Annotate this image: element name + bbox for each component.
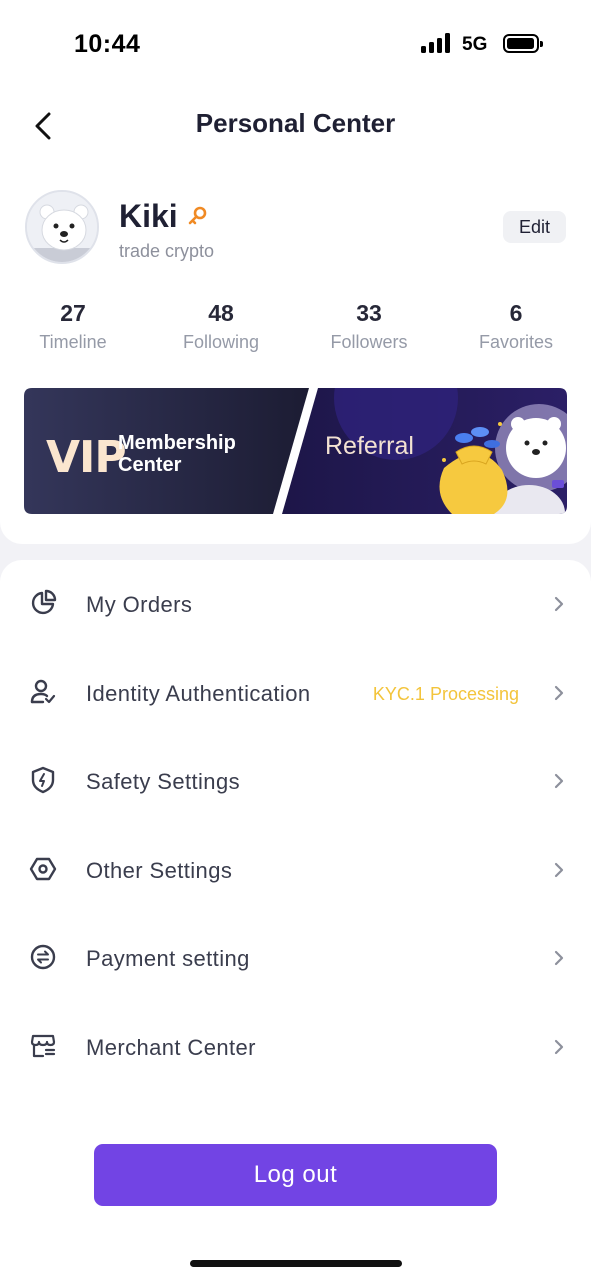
stat-label: Timeline [39, 332, 107, 352]
stat-label: Favorites [478, 332, 554, 352]
profile-bio: trade crypto [119, 241, 215, 261]
stat-value: 6 [509, 300, 523, 326]
promo-banners: VIP Membership Center Referral [24, 388, 567, 514]
page-title: Personal Center [195, 108, 396, 138]
stat-following[interactable]: 48 Following [156, 300, 286, 353]
menu-item-safety-settings[interactable]: Safety Settings [0, 737, 591, 825]
stat-label: Following [182, 332, 260, 352]
menu-item-identity-authentication[interactable]: Identity Authentication KYC.1 Processing [0, 649, 591, 737]
vip-line2: Center [118, 454, 182, 476]
stat-followers[interactable]: 33 Followers [304, 300, 434, 353]
signal-icon [421, 33, 453, 53]
chevron-right-icon [554, 862, 564, 878]
exchange-icon [30, 944, 56, 970]
chevron-right-icon [554, 685, 564, 701]
kyc-status: KYC.1 Processing [372, 684, 519, 704]
menu-item-label: My Orders [86, 592, 193, 617]
menu-item-label: Identity Authentication [86, 681, 311, 706]
store-icon [30, 1034, 56, 1058]
shield-icon [31, 766, 55, 794]
stat-value: 48 [208, 300, 234, 326]
network-type: 5G [462, 34, 488, 55]
menu-item-label: Payment setting [86, 946, 250, 971]
vip-membership-center-banner[interactable]: Membership Center [118, 432, 236, 476]
menu-item-label: Safety Settings [86, 769, 240, 794]
stat-label: Followers [330, 332, 408, 352]
status-bar: 10:44 5G [0, 0, 591, 90]
user-check-icon [30, 679, 56, 704]
stat-value: 33 [356, 300, 382, 326]
key-badge-icon [188, 206, 207, 225]
home-indicator[interactable] [190, 1260, 402, 1267]
vip-logo: VIP [46, 432, 127, 483]
username: Kiki [119, 198, 178, 234]
vip-line1: Membership [118, 432, 236, 454]
menu-item-label: Merchant Center [86, 1035, 256, 1060]
status-time: 10:44 [74, 30, 141, 58]
stat-timeline[interactable]: 27 Timeline [8, 300, 138, 353]
stats-row: 27 Timeline 48 Following 33 Followers 6 … [0, 300, 591, 360]
profile-card: Personal Center Kiki trade crypto Edit 2… [0, 90, 591, 544]
logout-button[interactable]: Log out [94, 1144, 497, 1206]
polar-bear-avatar [27, 192, 97, 262]
chevron-right-icon [554, 1039, 564, 1055]
menu-item-label: Other Settings [86, 858, 233, 883]
battery-icon [503, 34, 543, 53]
chevron-right-icon [554, 773, 564, 789]
edit-profile-button[interactable]: Edit [503, 211, 566, 243]
stat-favorites[interactable]: 6 Favorites [451, 300, 581, 353]
chevron-right-icon [554, 596, 564, 612]
menu-item-payment-setting[interactable]: Payment setting [0, 914, 591, 1002]
avatar[interactable] [25, 190, 99, 264]
menu-item-my-orders[interactable]: My Orders [0, 560, 591, 648]
chevron-right-icon [554, 950, 564, 966]
pie-chart-icon [31, 589, 57, 615]
menu-item-merchant-center[interactable]: Merchant Center [0, 1003, 591, 1091]
hexagon-settings-icon [29, 857, 57, 881]
menu-item-other-settings[interactable]: Other Settings [0, 826, 591, 914]
referral-banner[interactable]: Referral [325, 432, 414, 461]
stat-value: 27 [60, 300, 86, 326]
